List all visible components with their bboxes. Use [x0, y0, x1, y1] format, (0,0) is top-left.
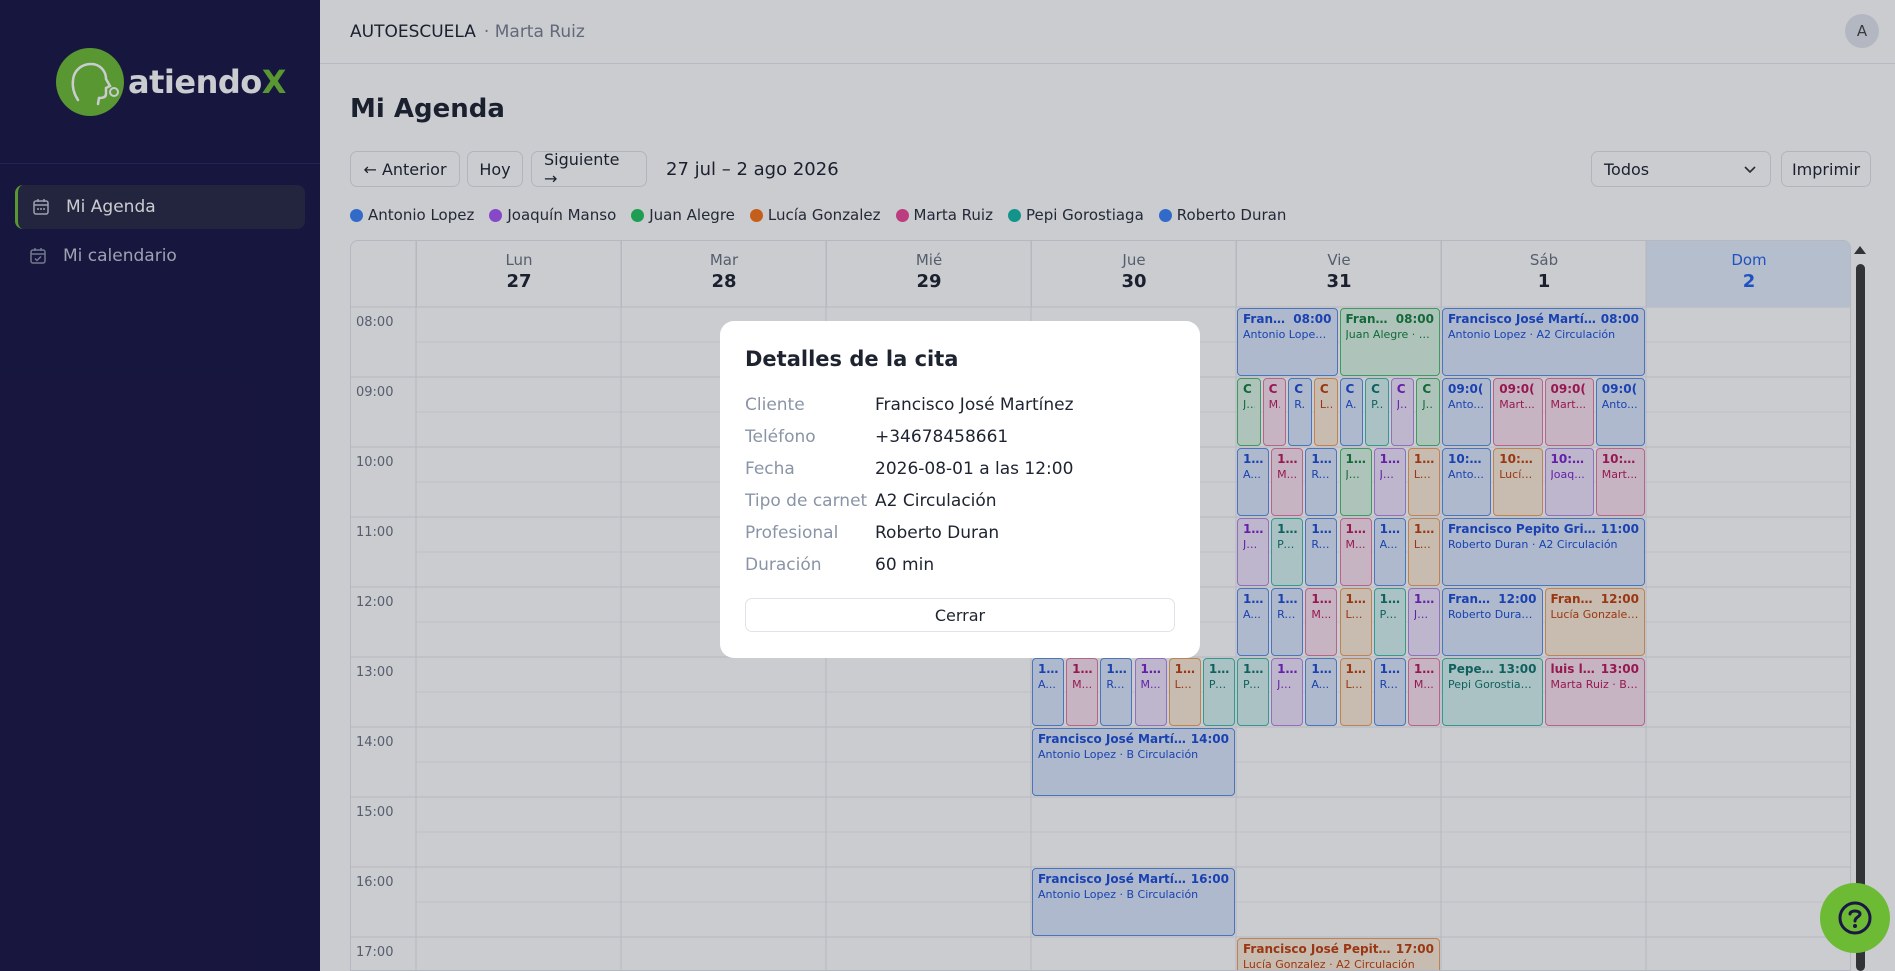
detail-label: Cliente: [745, 395, 805, 415]
detail-row-professional: Profesional Roberto Duran: [745, 517, 1175, 549]
modal-title: Detalles de la cita: [745, 347, 959, 371]
detail-row-phone: Teléfono +34678458661: [745, 421, 1175, 453]
detail-value: Roberto Duran: [875, 523, 1000, 543]
detail-label: Duración: [745, 555, 822, 575]
detail-value: 2026-08-01 a las 12:00: [875, 459, 1074, 479]
detail-row-client: Cliente Francisco José Martínez: [745, 389, 1175, 421]
help-button[interactable]: [1820, 883, 1890, 953]
detail-row-license-type: Tipo de carnet A2 Circulación: [745, 485, 1175, 517]
appointment-details-modal: Detalles de la cita Cliente Francisco Jos…: [720, 321, 1200, 658]
detail-label: Profesional: [745, 523, 839, 543]
detail-value: 60 min: [875, 555, 935, 575]
detail-value: Francisco José Martínez: [875, 395, 1074, 415]
detail-value: +34678458661: [875, 427, 1009, 447]
detail-row-duration: Duración 60 min: [745, 549, 1175, 581]
detail-label: Fecha: [745, 459, 795, 479]
help-question-icon: [1838, 901, 1872, 935]
close-button[interactable]: Cerrar: [745, 598, 1175, 632]
detail-label: Tipo de carnet: [745, 491, 868, 511]
detail-row-date: Fecha 2026-08-01 a las 12:00: [745, 453, 1175, 485]
detail-value: A2 Circulación: [875, 491, 997, 511]
detail-label: Teléfono: [745, 427, 816, 447]
